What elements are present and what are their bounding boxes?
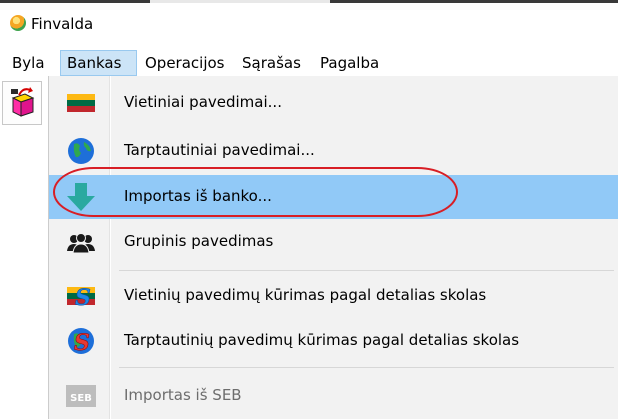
menu-bar: Byla Bankas Operacijos Sąrašas Pagalba [0,50,618,76]
finvalda-logo-icon [10,15,26,31]
menu-pagalba[interactable]: Pagalba [314,50,385,76]
menu-item-importas-is-seb[interactable]: SEB Importas iš SEB [49,374,618,418]
title-bar: Finvalda [0,3,618,43]
menu-item-grupinis-pavedimas[interactable]: Grupinis pavedimas [49,220,618,264]
globe-icon [68,138,94,164]
globe-s-icon: S [68,328,94,356]
svg-text:SEB: SEB [70,393,92,404]
menu-item-label: Grupinis pavedimas [124,232,274,250]
left-pane [0,125,48,419]
menu-separator [119,367,614,368]
menu-item-label: Vietiniai pavedimai... [124,93,282,111]
menu-item-importas-is-banko[interactable]: Importas iš banko... [49,175,618,219]
svg-text:S: S [75,285,91,311]
menu-item-tarptautiniu-pavedimu-kurimas[interactable]: S Tarptautinių pavedimų kūrimas pagal de… [49,319,618,363]
menu-item-vietiniai-pavedimai[interactable]: Vietiniai pavedimai... [49,81,618,125]
flag-s-icon: S [67,285,95,311]
seb-logo-icon: SEB [66,385,96,407]
group-people-icon [67,233,95,254]
menu-separator [119,270,614,271]
menu-item-tarptautiniai-pavedimai[interactable]: Tarptautiniai pavedimai... [49,129,618,173]
svg-text:S: S [74,330,90,356]
menu-item-label: Importas iš banko... [124,187,272,205]
download-arrow-icon [67,183,95,211]
menu-operacijos[interactable]: Operacijos [139,50,231,76]
bankas-dropdown-menu: Vietiniai pavedimai... Tarptautiniai pav… [48,76,618,419]
menu-item-label: Tarptautiniai pavedimai... [124,141,315,159]
menu-sarasas[interactable]: Sąrašas [236,50,307,76]
menu-bankas[interactable]: Bankas [60,50,137,76]
menu-item-label: Tarptautinių pavedimų kūrimas pagal deta… [124,331,520,349]
menu-item-label: Importas iš SEB [124,386,242,404]
toolbar-open-button[interactable] [2,81,42,125]
menu-item-label: Vietinių pavedimų kūrimas pagal detalias… [124,286,487,304]
box-arrow-icon [11,87,35,117]
window-title: Finvalda [31,15,94,33]
lithuania-flag-icon [67,94,95,112]
menu-byla[interactable]: Byla [6,50,51,76]
menu-item-vietiniu-pavedimu-kurimas[interactable]: S Vietinių pavedimų kūrimas pagal detali… [49,274,618,318]
